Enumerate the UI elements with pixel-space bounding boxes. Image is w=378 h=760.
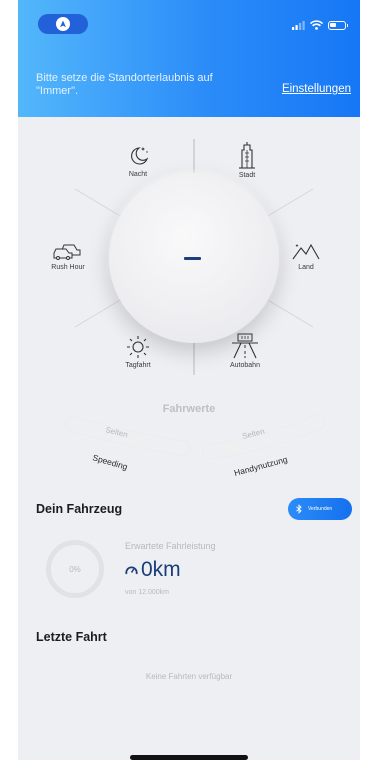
- phone-use-label: Handynutzung: [233, 454, 289, 478]
- category-label: Land: [298, 264, 314, 271]
- mileage-progress-ring: 0%: [46, 540, 104, 598]
- category-label: Autobahn: [230, 362, 260, 369]
- signal-bars-icon: [292, 20, 305, 30]
- highway-icon: [232, 333, 258, 359]
- last-trip-title: Letzte Fahrt: [36, 630, 107, 644]
- category-rush-hour[interactable]: Rush Hour: [33, 241, 103, 271]
- sun-icon: [127, 336, 149, 358]
- skyscraper-icon: [239, 142, 255, 169]
- status-icons: [292, 20, 348, 30]
- category-label: Stadt: [238, 172, 256, 179]
- wifi-icon: [310, 20, 323, 30]
- navigation-arrow-icon: [56, 17, 70, 31]
- connected-button[interactable]: Verbunden: [288, 498, 352, 520]
- category-label: Rush Hour: [51, 264, 85, 271]
- mileage-value: 0km: [141, 558, 181, 581]
- driving-conditions-wheel: Nacht Stadt Rush Hour Land Tagfahrt Auto…: [18, 117, 360, 407]
- mileage-value-row: 0km: [125, 558, 181, 582]
- vehicle-section-title: Dein Fahrzeug: [36, 502, 123, 516]
- header-banner: Bitte setze die Standorterlaubnis auf "I…: [18, 0, 360, 117]
- traffic-jam-icon: [53, 244, 81, 260]
- gauge-icon: [125, 566, 138, 575]
- app-status-pill[interactable]: [38, 14, 88, 34]
- expected-mileage-label: Erwartete Fahrleistung: [125, 541, 216, 551]
- category-tagfahrt[interactable]: Tagfahrt: [103, 335, 173, 369]
- moon-stars-icon: [131, 147, 149, 165]
- home-indicator[interactable]: [130, 755, 248, 760]
- battery-icon: [328, 20, 348, 30]
- mileage-total: von 12.000km: [125, 589, 169, 596]
- app-screen: Bitte setze die Standorterlaubnis auf "I…: [18, 0, 360, 760]
- driving-values-arcs: Selten Speeding Selten Handynutzung: [65, 414, 326, 478]
- category-autobahn[interactable]: Autobahn: [210, 333, 280, 369]
- mountains-icon: [292, 243, 320, 260]
- mileage-progress-percent: 0%: [69, 564, 81, 574]
- speeding-label: Speeding: [91, 452, 129, 472]
- connected-label: Verbunden: [308, 506, 333, 512]
- score-value: [184, 257, 201, 260]
- category-stadt[interactable]: Stadt: [212, 141, 282, 179]
- category-nacht[interactable]: Nacht: [103, 144, 173, 178]
- category-label: Nacht: [128, 171, 148, 178]
- bluetooth-icon: [296, 504, 302, 514]
- category-label: Tagfahrt: [125, 362, 151, 369]
- no-trips-message: Keine Fahrten verfügbar: [145, 672, 233, 681]
- category-land[interactable]: Land: [271, 241, 341, 271]
- settings-link[interactable]: Einstellungen: [282, 83, 351, 95]
- permission-message: Bitte setze die Standorterlaubnis auf "I…: [36, 72, 213, 97]
